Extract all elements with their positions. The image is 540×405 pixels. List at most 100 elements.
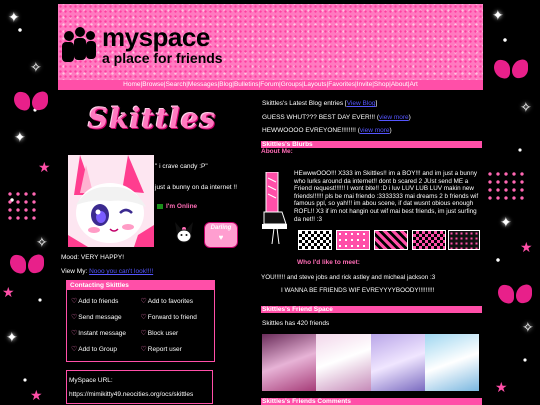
star-icon: ✧ (522, 319, 534, 335)
star-icon: ✧ (36, 234, 48, 250)
mood-value: VERY HAPPY! (80, 254, 125, 261)
pink-stripe-stamp (374, 230, 408, 250)
nav-bulletins[interactable]: Bulletins (234, 81, 259, 88)
heart-icon: ♡ (140, 298, 147, 305)
heart-icon: ♡ (140, 346, 147, 353)
main-nav: Home|Browse|Search|Messages|Blog|Bulleti… (58, 80, 483, 90)
view-more-link[interactable]: view more (379, 114, 409, 121)
checker-stamp (298, 230, 332, 250)
about-me-label: About Me: (261, 148, 293, 155)
nav-browse[interactable]: Browse (142, 81, 164, 88)
friend-space-title: Skittles's Friend Space (261, 306, 482, 313)
wanna-be-friends-text: I WANNA BE FRIENDS WIF EVREYYYYBOODY!!!!… (281, 287, 435, 294)
report-user-button[interactable]: ♡ Report user (140, 345, 211, 354)
nav-art[interactable]: Art (410, 81, 418, 88)
blog-entry: HEWWOOOO EVREYONE!!!!!!!! (view more) (262, 127, 392, 134)
who-to-meet-text: YOU!!!!!! and steve jobs and rick astley… (261, 274, 436, 281)
online-indicator: I'm Online (157, 203, 197, 210)
friend-photo[interactable] (424, 334, 479, 391)
pink-dots-stamp (336, 230, 370, 250)
brand-name: myspace (102, 22, 210, 52)
url-label: MySpace URL: (69, 377, 113, 384)
sneakers-icon (262, 172, 287, 244)
star-icon: ✦ (492, 7, 504, 23)
star-icon: ✧ (520, 99, 532, 115)
friend-photo[interactable] (370, 334, 425, 391)
myspace-logo[interactable]: myspace a place for friends (62, 24, 223, 66)
star-icon: ✧ (30, 59, 42, 75)
pink-star-icon: ★ (30, 387, 43, 403)
url-value[interactable]: https://mimikitty49.neocities.org/ocs/sk… (69, 391, 210, 398)
site-header: myspace a place for friends (58, 4, 483, 80)
star-icon: ✦ (8, 9, 20, 25)
bunny-avatar-art (68, 155, 154, 247)
nav-about[interactable]: About (391, 81, 408, 88)
heart-icon: ♡ (71, 346, 78, 353)
blog-entry: GUESS WHUT??? BEST DAY EVER!!! (view mor… (262, 114, 411, 121)
forward-to-friend-button[interactable]: ♡ Forward to friend (140, 313, 211, 322)
heart-icon: ♡ (71, 314, 78, 321)
blog-heading: Skittles's Latest Blog entries [View Blo… (262, 100, 378, 107)
add-to-group-button[interactable]: ♡ Add to Group (71, 345, 141, 354)
friend-photo[interactable] (316, 334, 371, 391)
contact-box: Contacting Skittles ♡ Add to friends ♡ Add… (66, 280, 215, 362)
star-icon: ✦ (500, 214, 512, 230)
contact-box-title: Contacting Skittles (67, 281, 214, 290)
online-status-text: I'm Online (166, 203, 198, 210)
bow-icon (14, 92, 48, 110)
view-my-label: View My: (61, 268, 88, 275)
nav-shop[interactable]: Shop (374, 81, 389, 88)
heart-icon: ♡ (140, 330, 147, 337)
block-user-button[interactable]: ♡ Block user (140, 329, 211, 338)
heart-icon: ♡ (71, 330, 78, 337)
mood-line: Mood: VERY HAPPY! (61, 254, 124, 261)
pink-star-icon: ★ (2, 284, 15, 300)
blurbs-title: Skittles's Blurbs (261, 141, 482, 148)
star-icon: ✦ (14, 129, 26, 145)
bow-icon (10, 255, 44, 273)
view-my-link[interactable]: Nooo you can't look!!!! (89, 268, 153, 275)
myspace-url-box: MySpace URL: https://mimikitty49.neociti… (66, 370, 213, 404)
nav-favorites[interactable]: Favorites (328, 81, 355, 88)
brand-tagline: a place for friends (102, 50, 223, 66)
who-to-meet-label: Who I'd like to meet: (297, 259, 360, 266)
friend-photo[interactable] (262, 334, 317, 391)
heart-icon: ♥ (218, 233, 224, 242)
kuromi-sticker-icon (175, 222, 193, 243)
profile-quote: " i crave candy :P" (155, 163, 208, 170)
friends-photo-strip (262, 334, 479, 391)
black-dots-stamp (448, 230, 480, 250)
nav-home[interactable]: Home (123, 81, 140, 88)
people-icon (62, 25, 96, 65)
nav-groups[interactable]: Groups (281, 81, 302, 88)
profile-quote: just a bunny on da internet !! (155, 184, 238, 191)
view-blog-link[interactable]: View Blog (347, 100, 376, 107)
nav-messages[interactable]: Messages (188, 81, 218, 88)
about-me-text: HEwwwOOO!!! X333 im Skittles!! im a BOY!… (294, 170, 479, 223)
view-more-link[interactable]: view more (360, 127, 390, 134)
polka-dot-decoration (6, 190, 40, 220)
pink-star-icon: ★ (38, 159, 51, 175)
bow-icon (494, 60, 528, 78)
send-message-button[interactable]: ♡ Send message (71, 313, 141, 322)
polka-dot-decoration (486, 170, 526, 200)
online-icon (157, 204, 163, 209)
heart-icon: ♡ (140, 314, 147, 321)
view-my-line: View My: Nooo you can't look!!!! (61, 268, 153, 275)
instant-message-button[interactable]: ♡ Instant message (71, 329, 141, 338)
add-to-favorites-button[interactable]: ♡ Add to favorites (140, 297, 211, 306)
star-icon: ✦ (6, 329, 18, 345)
darling-sticker: Darling ♥ (204, 222, 238, 248)
add-to-friends-button[interactable]: ♡ Add to friends (71, 297, 141, 306)
pink-star-icon: ★ (495, 379, 508, 395)
comments-title: Skittles's Friends Comments (261, 398, 482, 405)
profile-display-name: Skittles (88, 102, 217, 135)
nav-layouts[interactable]: Layouts (304, 81, 327, 88)
friend-count: Skittles has 420 friends (262, 320, 330, 327)
nav-blog[interactable]: Blog (219, 81, 232, 88)
profile-picture[interactable] (68, 155, 154, 247)
pink-star-icon: ★ (520, 239, 533, 255)
nav-search[interactable]: Search (166, 81, 187, 88)
nav-invite[interactable]: Invite (357, 81, 373, 88)
nav-forum[interactable]: Forum (260, 81, 279, 88)
